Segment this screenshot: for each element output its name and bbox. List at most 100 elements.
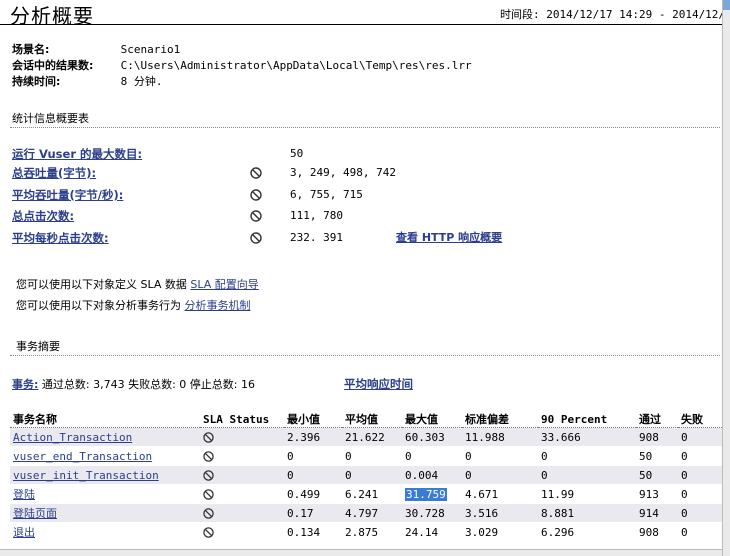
stat-label[interactable]: 平均每秒点击次数: [12, 230, 109, 246]
cell-pass: 914 [636, 503, 678, 523]
meta-value: 8 分钟. [120, 75, 163, 88]
column-header: 90 Percent [538, 411, 636, 428]
cell-avg: 2.875 [342, 522, 402, 542]
stat-value: 3, 249, 498, 742 [290, 166, 396, 179]
cell-avg: 0 [342, 465, 402, 485]
cell-min: 0 [284, 446, 342, 466]
table-row: 登陆 0.499 6.241 31.759 4.671 11.99 913 0 [10, 484, 722, 504]
cell-avg: 21.622 [342, 427, 402, 447]
transaction-name-link[interactable]: 登陆页面 [13, 507, 57, 520]
table-row: vuser_init_Transaction 0 0 0.004 0 0 50 … [10, 465, 722, 485]
horizontal-scrollbar[interactable] [0, 549, 722, 556]
cell-max: 30.728 [402, 503, 462, 523]
stat-value: 50 [290, 147, 304, 160]
transaction-name-link[interactable]: 登陆 [13, 488, 35, 501]
cell-max: 0 [402, 446, 462, 466]
sla-info: 您可以使用以下对象定义 SLA 数据 SLA 配置向导 [16, 276, 259, 292]
cell-min: 2.396 [284, 427, 342, 447]
time-range: 时间段: 2014/12/17 14:29 - 2014/12/1 [500, 8, 730, 21]
analyze-transaction-link[interactable]: 分析事务机制 [185, 299, 251, 312]
meta-value: Scenario1 [120, 43, 181, 56]
column-header: 标准偏差 [462, 411, 538, 428]
no-symbol-icon [250, 232, 262, 244]
table-row: 登陆页面 0.17 4.797 30.728 3.516 8.881 914 0 [10, 503, 722, 523]
stat-label[interactable]: 运行 Vuser 的最大数目: [12, 146, 142, 162]
cell-fail: 0 [678, 465, 722, 485]
meta-scenario: 场景名: Scenario1 [12, 43, 180, 57]
cell-std: 4.671 [462, 484, 538, 504]
stat-value: 6, 755, 715 [290, 188, 363, 201]
transaction-summary-label[interactable]: 事务: [12, 378, 38, 391]
stats-heading: 统计信息概要表 [12, 112, 89, 125]
column-header: 最大值 [402, 411, 462, 428]
no-symbol-icon [203, 527, 214, 538]
column-header: 失败 [678, 411, 722, 428]
selected-text: 31.759 [405, 487, 447, 501]
section-divider [10, 355, 720, 356]
no-symbol-icon [203, 432, 214, 443]
cell-std: 3.029 [462, 522, 538, 542]
no-symbol-icon [250, 189, 262, 201]
cell-avg: 4.797 [342, 503, 402, 523]
stat-value: 232. 391 [290, 231, 343, 244]
transaction-summary: 事务: 通过总数: 3,743 失败总数: 0 停止总数: 16 [12, 376, 255, 392]
cell-fail: 0 [678, 446, 722, 466]
cell-max: 24.14 [402, 522, 462, 542]
meta-results: 会话中的结果数: C:\Users\Administrator\AppData\… [12, 59, 472, 73]
cell-avg: 6.241 [342, 484, 402, 504]
avg-response-time-link[interactable]: 平均响应时间 [344, 376, 413, 392]
meta-key: 会话中的结果数: [12, 59, 94, 72]
transaction-name-link[interactable]: 退出 [13, 526, 35, 539]
column-header: SLA Status [200, 411, 284, 428]
transaction-summary-text: 通过总数: 3,743 失败总数: 0 停止总数: 16 [38, 378, 255, 391]
column-header: 平均值 [342, 411, 402, 428]
stat-label[interactable]: 总吞吐量(字节): [12, 165, 96, 181]
cell-p90: 0 [538, 446, 636, 466]
no-symbol-icon [203, 508, 214, 519]
cell-fail: 0 [678, 503, 722, 523]
cell-pass: 50 [636, 446, 678, 466]
table-row: 退出 0.134 2.875 24.14 3.029 6.296 908 0 [10, 522, 722, 542]
transaction-name-link[interactable]: vuser_end_Transaction [13, 450, 152, 463]
stat-value: 111, 780 [290, 209, 343, 222]
cell-std: 11.988 [462, 427, 538, 447]
cell-p90: 11.99 [538, 484, 636, 504]
cell-fail: 0 [678, 522, 722, 542]
sla-info-text: 您可以使用以下对象定义 SLA 数据 [16, 278, 187, 291]
stat-label[interactable]: 平均吞吐量(字节/秒): [12, 187, 123, 203]
cell-p90: 33.666 [538, 427, 636, 447]
table-header-row: 事务名称 SLA Status 最小值 平均值 最大值 标准偏差 90 Perc… [10, 411, 722, 428]
http-summary-link[interactable]: 查看 HTTP 响应概要 [396, 230, 502, 246]
transaction-name-link[interactable]: vuser_init_Transaction [13, 469, 159, 482]
no-symbol-icon [203, 470, 214, 481]
column-header: 最小值 [284, 411, 342, 428]
meta-value: C:\Users\Administrator\AppData\Local\Tem… [120, 59, 472, 72]
cell-p90: 6.296 [538, 522, 636, 542]
cell-p90: 8.881 [538, 503, 636, 523]
cell-min: 0.134 [284, 522, 342, 542]
transaction-name-link[interactable]: Action_Transaction [13, 431, 132, 444]
cell-pass: 908 [636, 522, 678, 542]
cell-pass: 50 [636, 465, 678, 485]
sla-wizard-link[interactable]: SLA 配置向导 [190, 278, 258, 291]
column-header: 事务名称 [10, 411, 200, 428]
no-symbol-icon [250, 167, 262, 179]
no-symbol-icon [203, 451, 214, 462]
meta-key: 场景名: [12, 43, 50, 56]
meta-duration: 持续时间: 8 分钟. [12, 75, 163, 89]
transaction-table: 事务名称 SLA Status 最小值 平均值 最大值 标准偏差 90 Perc… [10, 411, 722, 542]
transactions-heading: 事务摘要 [16, 340, 60, 353]
vertical-scrollbar[interactable] [722, 0, 730, 556]
cell-max: 31.759 [402, 484, 462, 504]
scrollbar-thumb[interactable] [723, 0, 730, 10]
cell-min: 0.17 [284, 503, 342, 523]
cell-fail: 0 [678, 427, 722, 447]
cell-std: 0 [462, 446, 538, 466]
cell-p90: 0 [538, 465, 636, 485]
section-divider [10, 127, 720, 128]
stat-label[interactable]: 总点击次数: [12, 208, 74, 224]
meta-key: 持续时间: [12, 75, 61, 88]
cell-std: 3.516 [462, 503, 538, 523]
no-symbol-icon [203, 489, 214, 500]
no-symbol-icon [250, 210, 262, 222]
